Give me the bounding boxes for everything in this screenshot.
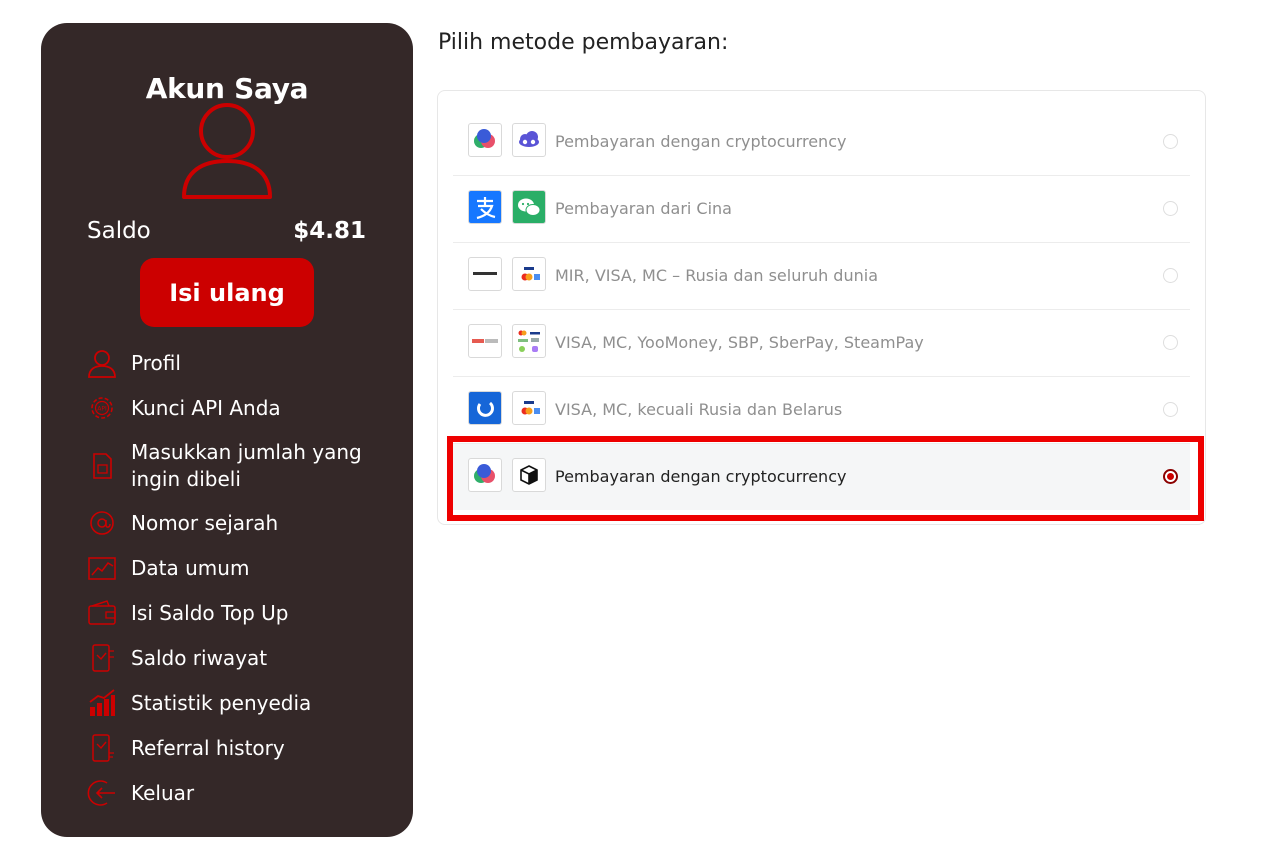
menu-label: Profil	[131, 350, 181, 375]
payment-method-label: Pembayaran dari Cina	[555, 199, 732, 218]
balance-value: $4.81	[293, 218, 366, 244]
menu-item-provider-stats[interactable]: Statistik penyedia	[87, 688, 377, 718]
visa-mastercard-logo	[512, 257, 546, 291]
crypto-coins-logo	[468, 123, 502, 157]
payment-method-label: Pembayaran dengan cryptocurrency	[555, 467, 847, 486]
payment-method-row[interactable]: Pembayaran dari Cina	[453, 176, 1190, 243]
visa-mastercard-logo	[512, 391, 546, 425]
menu-label: Referral history	[131, 735, 285, 760]
bar-chart-icon	[89, 689, 115, 716]
menu-item-general-data[interactable]: Data umum	[87, 553, 377, 583]
payment-method-label: VISA, MC, kecuali Rusia dan Belarus	[555, 400, 843, 419]
payment-method-row[interactable]: VISA, MC, YooMoney, SBP, SberPay, SteamP…	[453, 310, 1190, 377]
balance-row: Saldo $4.81	[87, 216, 366, 246]
menu-label: Statistik penyedia	[131, 690, 312, 715]
svg-text:API: API	[97, 406, 107, 413]
payment-method-label: Pembayaran dengan cryptocurrency	[555, 132, 847, 151]
wallet-icon	[88, 600, 116, 625]
user-icon	[88, 350, 116, 378]
logout-icon	[87, 780, 115, 806]
page-title: Pilih metode pembayaran:	[438, 30, 729, 55]
crypto-coins-logo	[468, 458, 502, 492]
menu-label: Masukkan jumlah yang ingin dibeli	[131, 440, 362, 491]
payment-method-label: VISA, MC, YooMoney, SBP, SberPay, SteamP…	[555, 333, 924, 352]
payment-method-row[interactable]: VISA, MC, kecuali Rusia dan Belarus	[453, 377, 1190, 444]
cube-crypto-logo	[512, 458, 546, 492]
multi-payment-logo	[512, 324, 546, 358]
menu-label: Kunci API Anda	[131, 395, 281, 420]
menu-label: Isi Saldo Top Up	[131, 600, 289, 625]
menu-label: Keluar	[131, 780, 195, 805]
alipay-logo	[468, 190, 502, 224]
menu-label: Data umum	[131, 555, 250, 580]
payment-method-row[interactable]: MIR, VISA, MC – Rusia dan seluruh dunia	[453, 243, 1190, 310]
menu-item-profil[interactable]: Profil	[87, 348, 377, 378]
menu-label: Nomor sejarah	[131, 510, 279, 535]
payment-method-radio[interactable]	[1163, 402, 1178, 417]
menu-item-history-numbers[interactable]: Nomor sejarah	[87, 508, 377, 538]
menu-item-topup-balance[interactable]: Isi Saldo Top Up	[87, 598, 377, 628]
sim-card-icon	[93, 453, 112, 479]
payment-method-radio-checked[interactable]	[1163, 469, 1178, 484]
phone-referral-icon	[92, 734, 114, 762]
payment-method-row[interactable]: Pembayaran dengan cryptocurrency	[453, 109, 1190, 176]
blue-gateway-logo	[468, 391, 502, 425]
api-gear-icon: API	[91, 397, 113, 419]
payment-method-radio[interactable]	[1163, 201, 1178, 216]
phone-history-icon	[92, 644, 114, 672]
payment-method-label: MIR, VISA, MC – Rusia dan seluruh dunia	[555, 266, 878, 285]
cloud-crypto-logo	[512, 123, 546, 157]
balance-label: Saldo	[87, 218, 151, 244]
menu-item-balance-history[interactable]: Saldo riwayat	[87, 643, 377, 673]
freekassa-logo	[468, 324, 502, 358]
menu-item-referral-history[interactable]: Referral history	[87, 733, 377, 763]
topup-button[interactable]: Isi ulang	[140, 258, 314, 327]
payment-methods-list: Pembayaran dengan cryptocurrency Pembaya…	[437, 90, 1206, 525]
merchant-logo	[468, 257, 502, 291]
menu-label: Saldo riwayat	[131, 645, 268, 670]
menu-item-api-key[interactable]: API Kunci API Anda	[87, 393, 377, 423]
payment-method-radio[interactable]	[1163, 335, 1178, 350]
payment-method-radio[interactable]	[1163, 134, 1178, 149]
wechat-pay-logo	[512, 190, 546, 224]
payment-method-radio[interactable]	[1163, 268, 1178, 283]
line-chart-icon	[88, 557, 116, 580]
menu-item-logout[interactable]: Keluar	[87, 778, 377, 808]
avatar-user-icon	[182, 103, 272, 199]
account-sidebar: Akun Saya Saldo $4.81 Isi ulang Profil A…	[41, 23, 413, 837]
menu-item-buy-quantity[interactable]: Masukkan jumlah yang ingin dibeli	[87, 439, 377, 493]
at-sign-icon	[90, 511, 114, 535]
payment-method-row-selected[interactable]: Pembayaran dengan cryptocurrency	[453, 444, 1190, 510]
